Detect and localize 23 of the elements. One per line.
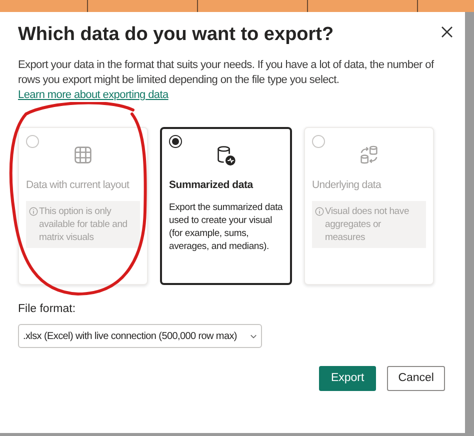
- close-icon: [439, 24, 455, 40]
- database-pulse-icon: [215, 144, 237, 166]
- option-description: Export the summarized data used to create your visual (for example, sums, averages, and medians).: [169, 200, 283, 253]
- option-title: Summarized data: [169, 178, 254, 193]
- dialog-description: Export your data in the format that suits your needs. If you have a lot of data, the number of rows you export might be limited depending on the file type you select. Learn more about exporting data: [18, 58, 435, 103]
- database-exchange-icon: [358, 144, 380, 166]
- info-icon: [29, 206, 38, 216]
- dialog-title: Which data do you want to export?: [18, 23, 334, 47]
- chevron-down-icon: [250, 332, 257, 340]
- radio-button[interactable]: [169, 135, 182, 148]
- export-button[interactable]: Export: [318, 366, 376, 392]
- learn-more-link[interactable]: Learn more about exporting data: [18, 89, 168, 101]
- close-button[interactable]: [439, 24, 455, 40]
- note-text: Visual does not have aggregates or measures: [325, 204, 410, 244]
- option-title: Data with current layout: [26, 178, 130, 193]
- field-label: File format:: [18, 302, 77, 317]
- option-title: Underlying data: [312, 178, 382, 193]
- table-grid-icon: [72, 144, 94, 166]
- info-icon: [315, 206, 324, 216]
- option-card[interactable]: Summarized data Export the summarized data used to create your visual (for example, sums, averages, and medians).: [160, 127, 292, 285]
- file-format-dropdown[interactable]: .xlsx (Excel) with live connection (500,000 row max): [18, 324, 262, 348]
- cancel-button[interactable]: Cancel: [387, 366, 445, 392]
- note-text: This option is only available for table and matrix visuals: [39, 204, 128, 244]
